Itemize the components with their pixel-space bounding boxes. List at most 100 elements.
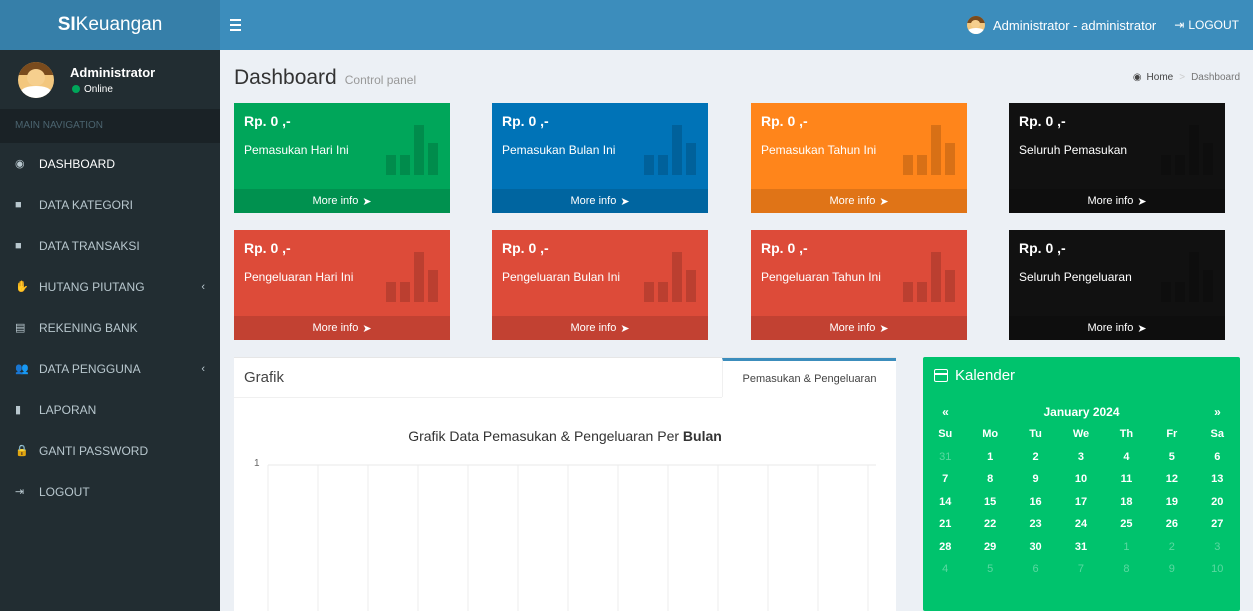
calendar-day[interactable]: 18 (1104, 496, 1149, 508)
sidebar-item-data-transaksi[interactable]: ■ DATA TRANSAKSI (0, 225, 220, 266)
grafik-panel: Grafik Pemasukan & Pengeluaran Grafik Da… (234, 357, 896, 611)
sidebar-item-dashboard[interactable]: ◉ DASHBOARD (0, 143, 220, 184)
calendar-day[interactable]: 9 (1013, 473, 1058, 485)
calendar-day[interactable]: 8 (967, 473, 1012, 485)
calendar-day[interactable]: 7 (1058, 563, 1103, 575)
calendar-day[interactable]: 24 (1058, 518, 1103, 530)
calendar-day[interactable]: 5 (967, 563, 1012, 575)
breadcrumb-separator: > (1179, 72, 1186, 83)
calendar-day[interactable]: 27 (1195, 518, 1240, 530)
file-icon: ▮ (15, 404, 22, 416)
arrow-circle-right-icon: ➤ (362, 322, 372, 335)
calendar-day[interactable]: 1 (967, 451, 1012, 463)
calendar-day[interactable]: 10 (1195, 563, 1240, 575)
arrow-circle-right-icon: ➤ (620, 322, 630, 335)
calendar-day[interactable]: 31 (923, 451, 967, 463)
top-navbar: Administrator - administrator ⇥ LOGOUT (220, 0, 1253, 50)
sidebar-item-rekening-bank[interactable]: ▤ REKENING BANK (0, 307, 220, 348)
user-name: Administrator (70, 64, 156, 80)
bar-chart-icon (644, 250, 696, 302)
calendar-day[interactable]: 15 (967, 496, 1012, 508)
calendar-day[interactable]: 12 (1149, 473, 1194, 485)
calendar-day[interactable]: 20 (1195, 496, 1240, 508)
calendar-day[interactable]: 2 (1013, 451, 1058, 463)
breadcrumb-home[interactable]: ◉ Home (1133, 72, 1173, 83)
sidebar-item-data-kategori[interactable]: ■ DATA KATEGORI (0, 184, 220, 225)
calendar-week-row: 7 8 9 10 11 12 13 (923, 468, 1240, 491)
calendar-day[interactable]: 29 (967, 541, 1012, 553)
user-menu[interactable]: Administrator - administrator (949, 0, 1174, 50)
more-info-link[interactable]: More info ➤ (234, 316, 450, 340)
book-icon: ▤ (15, 322, 26, 334)
stat-box: Rp. 0 ,- Pengeluaran Tahun Ini More info ➤ (751, 230, 967, 340)
sidebar-item-label: DATA KATEGORI (39, 197, 134, 212)
stat-box: Rp. 0 ,- Pemasukan Tahun Ini More info ➤ (751, 103, 967, 213)
calendar-day[interactable]: 2 (1149, 541, 1194, 553)
calendar-day[interactable]: 9 (1149, 563, 1194, 575)
more-info-link[interactable]: More info ➤ (751, 316, 967, 340)
sidebar-item-label: DASHBOARD (39, 156, 116, 171)
calendar-day[interactable]: 16 (1013, 496, 1058, 508)
sidebar-item-label: GANTI PASSWORD (39, 443, 149, 458)
sidebar-item-hutang-piutang[interactable]: ✋ HUTANG PIUTANG ‹ (0, 266, 220, 307)
calendar-day[interactable]: 25 (1104, 518, 1149, 530)
weekday-label: Fr (1166, 428, 1178, 441)
more-info-link[interactable]: More info ➤ (1009, 189, 1225, 213)
stat-box: Rp. 0 ,- Seluruh Pemasukan More info ➤ (1009, 103, 1225, 213)
more-info-link[interactable]: More info ➤ (1009, 316, 1225, 340)
calendar-nav: « January 2024 » (923, 401, 1240, 423)
hand-icon: ✋ (15, 281, 29, 293)
calendar-day[interactable]: 8 (1104, 563, 1149, 575)
more-info-link[interactable]: More info ➤ (492, 189, 708, 213)
more-info-link[interactable]: More info ➤ (751, 189, 967, 213)
sidebar-item-label: LOGOUT (39, 484, 90, 499)
calendar-day[interactable]: 6 (1013, 563, 1058, 575)
bar-chart-icon (644, 123, 696, 175)
sidebar-item-label: DATA TRANSAKSI (39, 238, 140, 253)
lock-icon: 🔒 (15, 445, 29, 457)
calendar-day[interactable]: 30 (1013, 541, 1058, 553)
calendar-day[interactable]: 23 (1013, 518, 1058, 530)
more-info-link[interactable]: More info ➤ (234, 189, 450, 213)
sidebar-item-laporan[interactable]: ▮ LAPORAN (0, 389, 220, 430)
logout-button-top[interactable]: ⇥ LOGOUT (1174, 0, 1253, 50)
tab-pemasukan-pengeluaran[interactable]: Pemasukan & Pengeluaran (722, 358, 896, 397)
brand-logo[interactable]: SI Keuangan (0, 0, 220, 50)
arrow-circle-right-icon: ➤ (879, 195, 889, 208)
calendar-day[interactable]: 3 (1058, 451, 1103, 463)
calendar-day[interactable]: 19 (1149, 496, 1194, 508)
calendar-title: Kalender (934, 367, 1015, 384)
calendar-day[interactable]: 4 (1104, 451, 1149, 463)
sidebar-toggle-icon[interactable] (230, 0, 262, 50)
sidebar-item-ganti-password[interactable]: 🔒 GANTI PASSWORD (0, 430, 220, 471)
calendar-day[interactable]: 11 (1104, 473, 1149, 485)
calendar-day[interactable]: 13 (1195, 473, 1240, 485)
sidebar-item-logout[interactable]: ⇥ LOGOUT (0, 471, 220, 512)
calendar-day[interactable]: 10 (1058, 473, 1103, 485)
calendar-day[interactable]: 7 (923, 473, 967, 485)
calendar-day[interactable]: 26 (1149, 518, 1194, 530)
calendar-prev-button[interactable]: « (923, 405, 968, 419)
calendar-day[interactable]: 3 (1195, 541, 1240, 553)
nav-header: MAIN NAVIGATION (0, 109, 220, 143)
sidebar-item-data-pengguna[interactable]: 👥 DATA PENGGUNA ‹ (0, 348, 220, 389)
calendar-day[interactable]: 5 (1149, 451, 1194, 463)
calendar-day[interactable]: 4 (923, 563, 967, 575)
calendar-next-button[interactable]: » (1195, 405, 1240, 419)
more-info-link[interactable]: More info ➤ (492, 316, 708, 340)
calendar-day[interactable]: 14 (923, 496, 967, 508)
calendar-month-label[interactable]: January 2024 (968, 405, 1195, 419)
calendar-day[interactable]: 21 (923, 518, 967, 530)
calendar-day[interactable]: 31 (1058, 541, 1103, 553)
calendar-day[interactable]: 17 (1058, 496, 1103, 508)
calendar-day[interactable]: 22 (967, 518, 1012, 530)
calendar-day[interactable]: 6 (1195, 451, 1240, 463)
avatar (18, 61, 54, 98)
calendar-day[interactable]: 1 (1104, 541, 1149, 553)
chevron-left-icon: ‹ (201, 280, 205, 293)
calendar-day[interactable]: 28 (923, 541, 967, 553)
sidebar-item-label: LAPORAN (39, 402, 97, 417)
user-status: Online (72, 84, 155, 95)
bar-chart-icon (903, 123, 955, 175)
arrow-circle-right-icon: ➤ (620, 195, 630, 208)
